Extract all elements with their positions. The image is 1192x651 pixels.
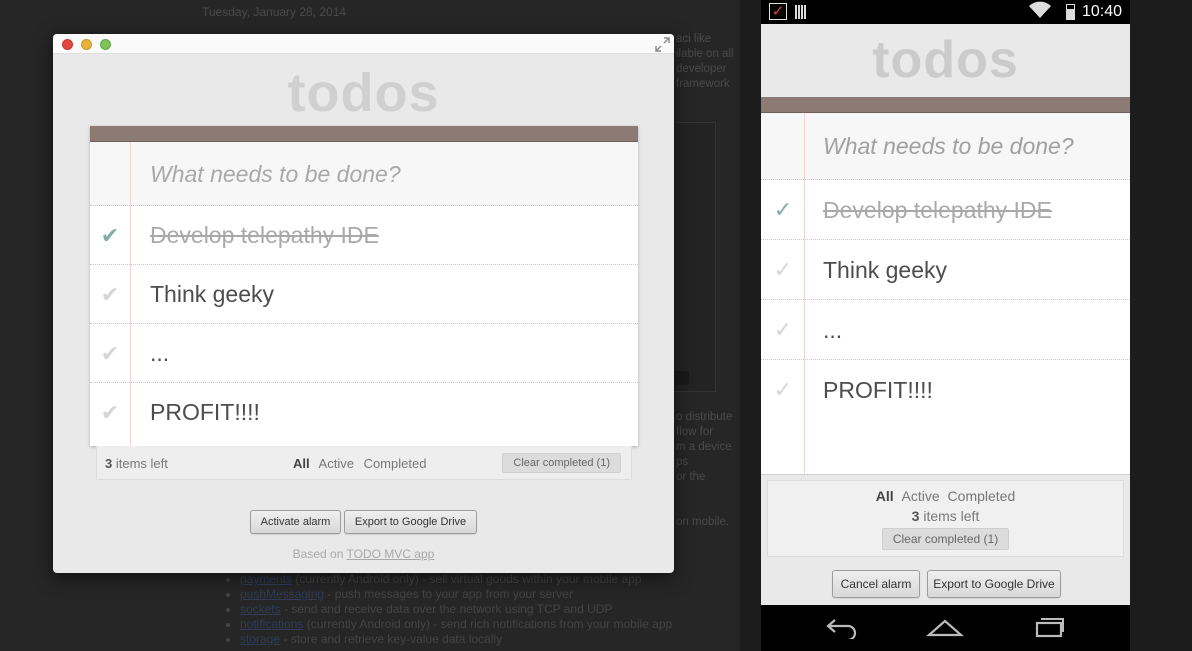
document-date: Tuesday, January 28, 2014 bbox=[202, 5, 347, 19]
api-link-pushmessaging[interactable]: pushMessaging bbox=[240, 587, 324, 601]
document-fragment: aci like bbox=[676, 33, 712, 45]
cancel-alarm-button[interactable]: Cancel alarm bbox=[832, 570, 920, 598]
document-fragment: m a device bbox=[676, 441, 732, 453]
list-item: storage - store and retrieve key-value d… bbox=[240, 632, 672, 647]
todo-panel: What needs to be done? ✓ Develop telepat… bbox=[761, 97, 1130, 475]
filter-completed[interactable]: Completed bbox=[948, 488, 1016, 504]
filter-all[interactable]: All bbox=[293, 456, 310, 471]
items-left-counter: 3 items left bbox=[911, 508, 980, 524]
todo-label[interactable]: ... bbox=[823, 300, 842, 360]
document-fragment: or the bbox=[676, 471, 706, 483]
todo-item: ✓ PROFIT!!!! bbox=[761, 360, 1130, 420]
document-fragment: ilable on all bbox=[676, 48, 734, 60]
todo-item: ✓ Develop telepathy IDE bbox=[761, 180, 1130, 240]
desktop-app-window: todos What needs to be done? ✔ Develop t… bbox=[53, 34, 674, 573]
api-link-notifications[interactable]: notifications bbox=[240, 617, 303, 631]
checkmark-icon[interactable]: ✔ bbox=[98, 383, 122, 442]
checkmark-icon[interactable]: ✔ bbox=[98, 206, 122, 265]
export-google-drive-button[interactable]: Export to Google Drive bbox=[927, 570, 1061, 598]
todo-item: ✔ PROFIT!!!! bbox=[90, 383, 638, 442]
recents-icon[interactable] bbox=[1029, 615, 1069, 641]
clear-completed-button[interactable]: Clear completed (1) bbox=[502, 453, 621, 473]
todo-item: ✔ Develop telepathy IDE bbox=[90, 206, 638, 265]
checkmark-icon[interactable]: ✓ bbox=[771, 240, 795, 300]
close-window-button[interactable] bbox=[62, 39, 73, 50]
zoom-window-button[interactable] bbox=[100, 39, 111, 50]
todo-item: ✔ ... bbox=[90, 324, 638, 383]
back-icon[interactable] bbox=[823, 615, 863, 641]
list-item: pushMessaging - push messages to your ap… bbox=[240, 587, 672, 602]
todo-panel: What needs to be done? ✔ Develop telepat… bbox=[90, 126, 638, 446]
api-link-sockets[interactable]: sockets bbox=[240, 602, 281, 616]
filter-group: All Active Completed bbox=[293, 456, 432, 471]
todo-item: ✓ ... bbox=[761, 300, 1130, 360]
todo-footer: All Active Completed 3 items left Clear … bbox=[767, 480, 1124, 557]
window-titlebar[interactable] bbox=[53, 34, 674, 54]
status-time: 10:40 bbox=[1081, 3, 1122, 20]
android-nav-bar bbox=[761, 605, 1130, 651]
todo-label[interactable]: Think geeky bbox=[823, 240, 947, 300]
fullscreen-icon[interactable] bbox=[655, 37, 670, 52]
checkmark-icon[interactable]: ✓ bbox=[771, 360, 795, 420]
todo-notification-icon: ✓ bbox=[769, 3, 787, 20]
export-google-drive-button[interactable]: Export to Google Drive bbox=[344, 510, 477, 534]
minimize-window-button[interactable] bbox=[81, 39, 92, 50]
todo-label[interactable]: PROFIT!!!! bbox=[150, 383, 260, 442]
based-on-credit: Based on TODO MVC app bbox=[292, 547, 435, 561]
home-icon[interactable] bbox=[925, 615, 965, 641]
phone-app-screen: ✓ 10:40 todos What needs to be done? ✓ D… bbox=[761, 0, 1130, 651]
todo-label[interactable]: ... bbox=[150, 324, 169, 383]
checkmark-icon[interactable]: ✔ bbox=[98, 324, 122, 383]
todo-label[interactable]: Develop telepathy IDE bbox=[150, 206, 379, 265]
filter-active[interactable]: Active bbox=[902, 488, 940, 504]
activate-alarm-button[interactable]: Activate alarm bbox=[250, 510, 341, 534]
panel-header-bar bbox=[761, 97, 1130, 113]
document-fragment: flow for bbox=[676, 426, 714, 438]
document-fragment: ps bbox=[676, 456, 689, 468]
sd-card-icon bbox=[795, 5, 807, 19]
todo-mvc-link[interactable]: TODO MVC app bbox=[347, 547, 435, 561]
todo-label[interactable]: PROFIT!!!! bbox=[823, 360, 933, 420]
document-fragment: developer bbox=[676, 63, 727, 75]
battery-icon bbox=[1066, 4, 1075, 20]
app-title: todos bbox=[287, 63, 440, 123]
app-title: todos bbox=[872, 31, 1019, 89]
document-fragment: o distribute bbox=[676, 411, 733, 423]
checkmark-icon[interactable]: ✔ bbox=[98, 265, 122, 324]
list-item: payments (currently Android only) - sell… bbox=[240, 572, 672, 587]
todo-label[interactable]: Develop telepathy IDE bbox=[823, 180, 1052, 240]
filter-active[interactable]: Active bbox=[319, 456, 354, 471]
panel-header-bar bbox=[90, 126, 638, 142]
todo-item: ✓ Think geeky bbox=[761, 240, 1130, 300]
api-link-payments[interactable]: payments bbox=[240, 572, 292, 586]
checkmark-icon[interactable]: ✓ bbox=[771, 300, 795, 360]
document-fragment: on mobile. bbox=[676, 516, 730, 528]
clear-completed-button[interactable]: Clear completed (1) bbox=[881, 528, 1010, 550]
document-api-list: payments (currently Android only) - sell… bbox=[226, 572, 672, 647]
filter-completed[interactable]: Completed bbox=[364, 456, 427, 471]
todo-item: ✔ Think geeky bbox=[90, 265, 638, 324]
list-item: sockets - send and receive data over the… bbox=[240, 602, 672, 617]
checkmark-icon[interactable]: ✓ bbox=[771, 180, 795, 240]
list-item: notifications (currently Android only) -… bbox=[240, 617, 672, 632]
todo-footer: 3 items left All Active Completed Clear … bbox=[96, 446, 632, 480]
filter-group: All Active Completed bbox=[768, 488, 1123, 504]
todo-label[interactable]: Think geeky bbox=[150, 265, 274, 324]
new-todo-input[interactable]: What needs to be done? bbox=[90, 142, 638, 206]
new-todo-input[interactable]: What needs to be done? bbox=[761, 113, 1130, 180]
wifi-icon bbox=[1029, 1, 1051, 24]
api-link-storage[interactable]: storage bbox=[240, 632, 280, 646]
filter-all[interactable]: All bbox=[876, 488, 894, 504]
items-left-counter: 3 items left bbox=[105, 456, 168, 471]
status-bar: ✓ 10:40 bbox=[761, 0, 1130, 24]
document-fragment: framework bbox=[676, 78, 730, 90]
